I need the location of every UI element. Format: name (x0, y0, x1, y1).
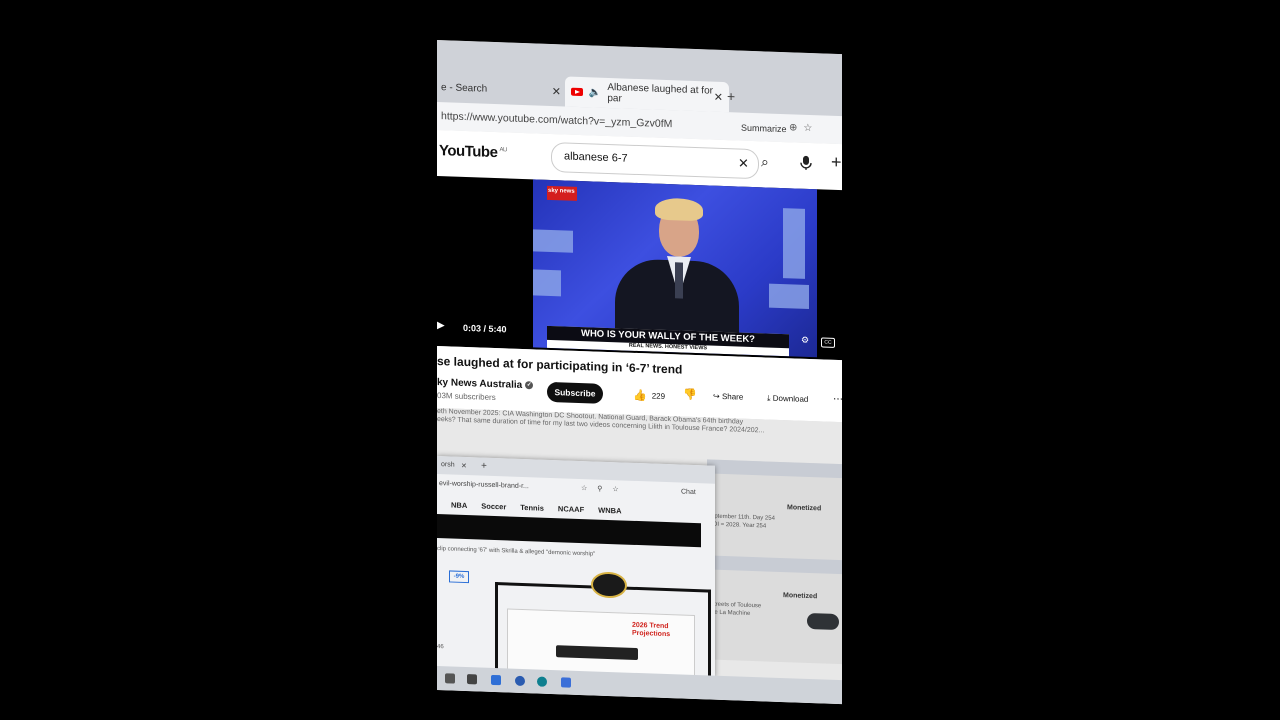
presenter-tie (675, 262, 683, 299)
url-text[interactable]: https://www.youtube.com/watch?v=_yzm_Gzv… (441, 110, 672, 130)
nav-item-ncaaf[interactable]: NCAAF (558, 504, 584, 519)
youtube-logo[interactable]: YouTube AU (439, 142, 507, 161)
video-title: se laughed at for participating in ‘6-7’… (437, 354, 683, 377)
summarize-button[interactable]: Summarize (741, 123, 787, 135)
star-icon[interactable]: ☆⚲☆ (581, 484, 629, 494)
search-input[interactable]: albanese 6-7 (564, 150, 628, 164)
edge-icon[interactable] (537, 676, 547, 687)
overlay-browser-window: orsh ✕ + evil-worship-russell-brand-r...… (437, 456, 715, 678)
microphone-icon[interactable] (799, 155, 813, 171)
laptop-screen: e - Search ✕ 🔈 Albanese laughed at for p… (437, 40, 842, 705)
thumbs-up-icon: 👍 (633, 389, 647, 402)
chat-button[interactable]: Chat (681, 489, 696, 497)
clear-search-icon[interactable]: ✕ (738, 156, 749, 172)
taskbar-app-icon[interactable] (467, 674, 477, 685)
panel-text: streets of Toulouse (711, 601, 762, 610)
captions-button[interactable]: CC (821, 337, 835, 348)
verified-check-icon: ✓ (525, 381, 534, 390)
tab-label: Albanese laughed at for par (607, 81, 713, 105)
chat-bubble-icon[interactable] (807, 612, 839, 631)
nav-item-tennis[interactable]: Tennis (520, 503, 544, 518)
like-count: 229 (651, 390, 666, 401)
studio-panel (769, 283, 809, 309)
nav-item-wnba[interactable]: WNBA (598, 506, 621, 521)
tab-label: e - Search (441, 81, 488, 95)
speaker-icon[interactable]: 🔈 (589, 87, 601, 98)
article-caption: clip connecting '67' with Skrilla & alle… (437, 546, 596, 558)
share-button[interactable]: ↪ Share (713, 392, 743, 402)
more-options-icon[interactable]: ⋯ (833, 394, 842, 405)
region-code: AU (499, 147, 507, 154)
studio-panel (783, 208, 805, 279)
tab-search[interactable]: e - Search ✕ (437, 72, 567, 107)
overlay-tab[interactable]: orsh (441, 461, 455, 468)
taskbar-app-icon[interactable] (491, 674, 501, 686)
close-icon[interactable]: ✕ (714, 90, 723, 103)
emblem-graphic (591, 571, 627, 599)
thumbs-down-icon[interactable]: 👎 (683, 388, 697, 401)
background-panel: Monetized eptember 11th. Day 254 IOI = 2… (707, 459, 842, 665)
percent-badge: -9% (449, 570, 469, 584)
trend-label: 2026 Trend Projections (632, 621, 671, 639)
hp-icon[interactable] (515, 675, 525, 687)
play-icon[interactable]: ▶ (437, 320, 445, 331)
close-icon[interactable]: ✕ (552, 85, 561, 98)
monetized-label: Monetized (783, 592, 818, 601)
panel-header (707, 555, 842, 575)
description-area: eth November 2025: CIA Washington DC Sho… (437, 408, 842, 705)
video-frame[interactable]: sky news WHO IS YOUR WALLY OF THE WEEK? … (533, 179, 817, 358)
search-icon[interactable]: ⌕ (761, 153, 769, 170)
panel-text: de La Machine (711, 609, 751, 617)
card-pill (556, 645, 638, 661)
new-tab-button[interactable]: + (727, 88, 735, 104)
subscriber-count: 03M subscribers (437, 391, 496, 403)
monetized-label: Monetized (787, 504, 822, 513)
overlay-url[interactable]: evil-worship-russell-brand-r... (439, 480, 529, 490)
create-icon[interactable]: + (831, 152, 842, 173)
settings-gear-icon[interactable]: ⚙ (801, 335, 809, 346)
search-box[interactable]: albanese 6-7 ✕ (551, 141, 759, 180)
close-icon[interactable]: ✕ (461, 462, 467, 470)
taskbar-app-icon[interactable] (561, 677, 571, 688)
panel-text: IOI = 2028. Year 254 (711, 521, 767, 530)
subscribe-button[interactable]: Subscribe (547, 381, 603, 404)
side-number: 46 (437, 644, 444, 651)
sky-news-logo: sky news (547, 185, 577, 201)
panel-header (707, 459, 842, 479)
presenter-hair (655, 197, 703, 222)
video-player[interactable]: sky news WHO IS YOUR WALLY OF THE WEEK? … (437, 176, 842, 361)
trend-card: 2026 Trend Projections (507, 608, 695, 678)
video-time: 0:03 / 5:40 (463, 322, 507, 335)
youtube-favicon-icon (571, 87, 583, 97)
nav-item-soccer[interactable]: Soccer (481, 502, 506, 517)
download-button[interactable]: ⤓ Download (767, 394, 808, 405)
taskbar-app-icon[interactable] (445, 673, 455, 684)
nav-item-nba[interactable]: NBA (451, 500, 467, 515)
studio-panel (533, 229, 573, 253)
panel-text: eptember 11th. Day 254 (711, 513, 775, 522)
like-button[interactable]: 👍 229 (633, 385, 665, 406)
star-icon[interactable]: ⊕☆ (789, 122, 818, 134)
studio-panel (533, 269, 561, 297)
new-tab-button[interactable]: + (481, 461, 487, 472)
channel-name[interactable]: ky News Australia ✓ (437, 377, 534, 391)
